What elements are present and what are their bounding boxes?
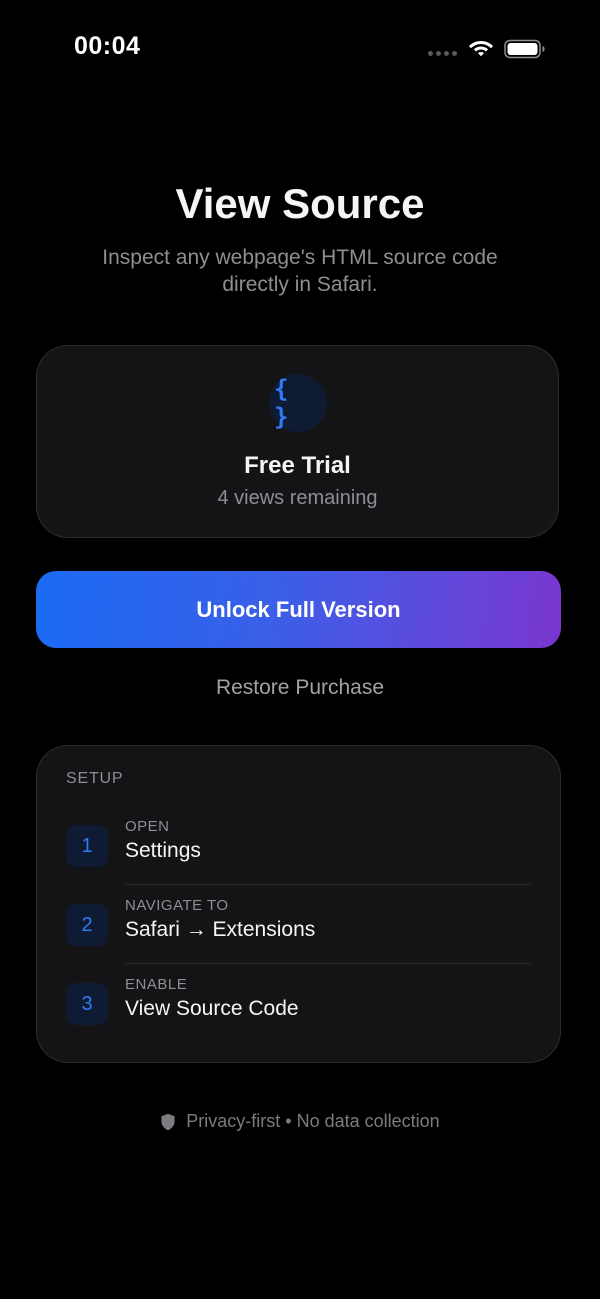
setup-card: SETUP 1 OPEN Settings 2 NAVIGATE TO Safa… <box>36 745 561 1063</box>
step-number-badge: 2 <box>66 904 108 946</box>
cellular-signal-icon <box>428 51 457 56</box>
shield-icon <box>161 1113 175 1130</box>
step-divider <box>125 963 531 964</box>
trial-remaining-count: 4 views remaining <box>217 487 378 509</box>
step-label: ENABLE <box>125 976 188 993</box>
battery-icon <box>504 39 545 59</box>
restore-purchase-button[interactable]: Restore Purchase <box>150 670 450 706</box>
status-time: 00:04 <box>74 32 141 60</box>
unlock-full-version-button[interactable]: Unlock Full Version <box>36 571 561 648</box>
setup-step-navigate: 2 NAVIGATE TO Safari → Extensions <box>37 897 560 983</box>
step-divider <box>125 884 531 885</box>
step-value: View Source Code <box>125 997 299 1020</box>
page-subtitle: Inspect any webpage's HTML source code d… <box>102 246 498 296</box>
wifi-icon <box>469 41 493 57</box>
step-label: NAVIGATE TO <box>125 897 229 914</box>
step-label: OPEN <box>125 818 170 835</box>
setup-step-enable: 3 ENABLE View Source Code <box>37 976 560 1062</box>
trial-title: Free Trial <box>244 452 351 479</box>
status-bar: 00:04 <box>0 0 600 96</box>
page-title: View Source <box>175 180 425 227</box>
trial-card: { } Free Trial 4 views remaining <box>36 345 559 538</box>
step-number-badge: 3 <box>66 983 108 1025</box>
step-number-badge: 1 <box>66 825 108 867</box>
setup-heading: SETUP <box>66 770 124 787</box>
setup-step-open: 1 OPEN Settings <box>37 818 560 904</box>
privacy-footer: Privacy-first • No data collection <box>0 1111 600 1132</box>
step-value: Settings <box>125 839 201 862</box>
privacy-text: Privacy-first • No data collection <box>186 1111 440 1131</box>
curly-braces-icon: { } <box>269 374 327 432</box>
step-value: Safari → Extensions <box>125 918 316 941</box>
